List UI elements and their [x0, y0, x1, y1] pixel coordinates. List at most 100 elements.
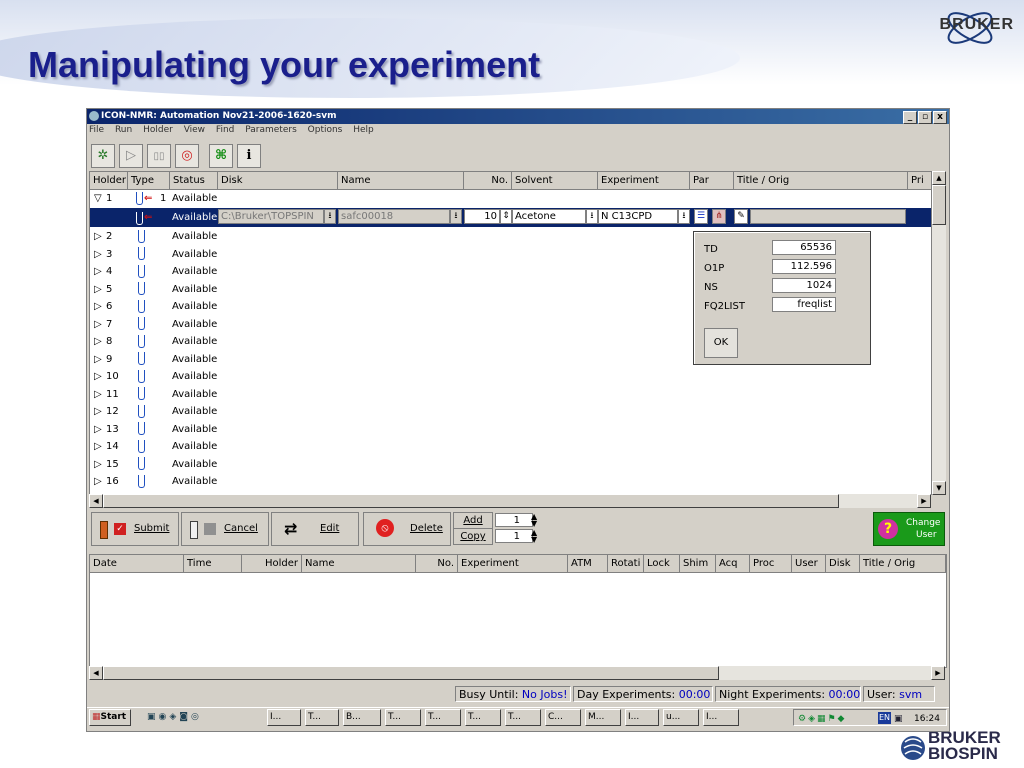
copy-button[interactable]: Copy — [453, 528, 493, 545]
expand-icon[interactable]: ▷ — [94, 298, 102, 315]
col-par[interactable]: Par — [690, 172, 734, 189]
expand-icon[interactable]: ▷ — [94, 438, 102, 455]
table-row[interactable]: ▷ 13 Available — [90, 421, 932, 438]
add-spinner-icon[interactable]: ▲ ▼ — [531, 513, 537, 528]
task-button[interactable]: I... — [625, 709, 659, 726]
exp-number-field[interactable]: 10 — [464, 209, 500, 224]
ok-button[interactable]: OK — [704, 328, 738, 358]
task-button[interactable]: T... — [385, 709, 421, 726]
experiment-dropdown-icon[interactable]: ⭳ — [678, 209, 690, 224]
submit-button[interactable]: ✓ Submit — [91, 512, 179, 546]
task-button[interactable]: T... — [305, 709, 339, 726]
table-row[interactable]: ▷ 11 Available — [90, 386, 932, 403]
col-type[interactable]: Type — [128, 172, 170, 189]
menu-view[interactable]: View — [184, 125, 205, 135]
scroll-right-icon[interactable]: ▶ — [931, 666, 945, 680]
scroll-right-icon[interactable]: ▶ — [917, 494, 931, 508]
qcol-atm[interactable]: ATM — [568, 555, 608, 572]
name-field[interactable]: safc00018 — [338, 209, 450, 224]
scroll-left-icon[interactable]: ◀ — [89, 666, 103, 680]
col-experiment[interactable]: Experiment — [598, 172, 690, 189]
task-button[interactable]: I... — [267, 709, 301, 726]
qcol-date[interactable]: Date — [90, 555, 184, 572]
tray-icons[interactable]: ⚙◈▦⚑◆ — [798, 710, 846, 728]
col-status[interactable]: Status — [170, 172, 218, 189]
col-holder[interactable]: Holder — [90, 172, 128, 189]
qcol-rotation[interactable]: Rotati — [608, 555, 644, 572]
menu-find[interactable]: Find — [216, 125, 234, 135]
col-title-orig[interactable]: Title / Orig — [734, 172, 908, 189]
qcol-holder[interactable]: Holder — [242, 555, 302, 572]
start-button[interactable]: ▦Start — [89, 709, 131, 726]
change-user-button[interactable]: ? Change User — [873, 512, 945, 546]
task-button[interactable]: C... — [545, 709, 581, 726]
delete-button[interactable]: ⦸ Delete — [363, 512, 451, 546]
hscroll-thumb[interactable] — [103, 666, 719, 680]
qcol-no[interactable]: No. — [416, 555, 458, 572]
qcol-lock[interactable]: Lock — [644, 555, 680, 572]
expand-icon[interactable]: ▷ — [94, 263, 102, 280]
add-button[interactable]: Add — [453, 512, 493, 529]
param-value-o1p[interactable]: 112.596 — [772, 259, 836, 274]
expand-icon[interactable]: ▷ — [94, 368, 102, 385]
qcol-name[interactable]: Name — [302, 555, 416, 572]
menu-options[interactable]: Options — [308, 125, 343, 135]
task-button[interactable]: I... — [703, 709, 739, 726]
table-row-selected[interactable]: ⇐ Available C:\Bruker\TOPSPIN ⭳ safc0001… — [90, 208, 932, 227]
col-pri[interactable]: Pri — [908, 172, 932, 189]
table-row[interactable]: ▷ 15 Available — [90, 456, 932, 473]
expand-toggle-icon[interactable]: ▽ — [94, 190, 102, 207]
info-button[interactable]: i — [237, 144, 261, 168]
col-solvent[interactable]: Solvent — [512, 172, 598, 189]
table-row[interactable]: ▷ 12 Available — [90, 403, 932, 420]
title-field[interactable] — [750, 209, 906, 224]
pause-button[interactable]: ▯▯ — [147, 144, 171, 168]
qcol-user[interactable]: User — [792, 555, 826, 572]
scroll-thumb[interactable] — [932, 185, 946, 225]
restore-button[interactable]: ▫ — [918, 111, 932, 124]
queue-hscrollbar[interactable]: ◀ ▶ — [89, 666, 945, 680]
sample-table-hscrollbar[interactable]: ◀ ▶ — [89, 494, 931, 508]
copy-spinner-icon[interactable]: ▲ ▼ — [531, 529, 537, 544]
sample-table-vscrollbar[interactable]: ▲ ▼ — [931, 171, 946, 495]
close-button[interactable]: x — [933, 111, 947, 124]
run-button[interactable]: ▷ — [119, 144, 143, 168]
name-dropdown-icon[interactable]: ⭳ — [450, 209, 462, 224]
disk-field[interactable]: C:\Bruker\TOPSPIN — [218, 209, 324, 224]
table-row[interactable]: ▷ 16 Available — [90, 473, 932, 490]
language-indicator[interactable]: EN — [878, 712, 892, 724]
table-row[interactable]: ▷ 10 Available — [90, 368, 932, 385]
qcol-title-orig[interactable]: Title / Orig — [860, 555, 946, 572]
quicklaunch-icons[interactable]: ▣◉◈◙◎ — [147, 708, 202, 726]
qcol-acq[interactable]: Acq — [716, 555, 750, 572]
scroll-left-icon[interactable]: ◀ — [89, 494, 103, 508]
param-value-ns[interactable]: 1024 — [772, 278, 836, 293]
expand-icon[interactable]: ▷ — [94, 473, 102, 490]
expand-icon[interactable]: ▷ — [94, 316, 102, 333]
param-value-fq2list[interactable]: freqlist — [772, 297, 836, 312]
expand-icon[interactable]: ▷ — [94, 456, 102, 473]
menu-parameters[interactable]: Parameters — [245, 125, 297, 135]
task-button[interactable]: T... — [425, 709, 461, 726]
network-button[interactable]: ⌘ — [209, 144, 233, 168]
qcol-experiment[interactable]: Experiment — [458, 555, 568, 572]
param-value-td[interactable]: 65536 — [772, 240, 836, 255]
task-button[interactable]: T... — [465, 709, 501, 726]
edit-title-icon[interactable]: ✎ — [734, 209, 748, 224]
table-row-holder-1[interactable]: ▽ 1 ⇐ 1 Available — [90, 190, 932, 207]
tray-icon[interactable]: ▣ — [894, 710, 903, 728]
exp-number-spinner-icon[interactable]: ⇕ — [500, 209, 512, 224]
expand-icon[interactable]: ▷ — [94, 386, 102, 403]
col-name[interactable]: Name — [338, 172, 464, 189]
config-button[interactable]: ✲ — [91, 144, 115, 168]
col-no[interactable]: No. — [464, 172, 512, 189]
expand-icon[interactable]: ▷ — [94, 421, 102, 438]
stop-button[interactable]: ◎ — [175, 144, 199, 168]
qcol-disk[interactable]: Disk — [826, 555, 860, 572]
expand-icon[interactable]: ▷ — [94, 403, 102, 420]
solvent-field[interactable]: Acetone — [512, 209, 586, 224]
expand-icon[interactable]: ▷ — [94, 281, 102, 298]
hscroll-thumb[interactable] — [103, 494, 839, 508]
disk-dropdown-icon[interactable]: ⭳ — [324, 209, 336, 224]
qcol-shim[interactable]: Shim — [680, 555, 716, 572]
